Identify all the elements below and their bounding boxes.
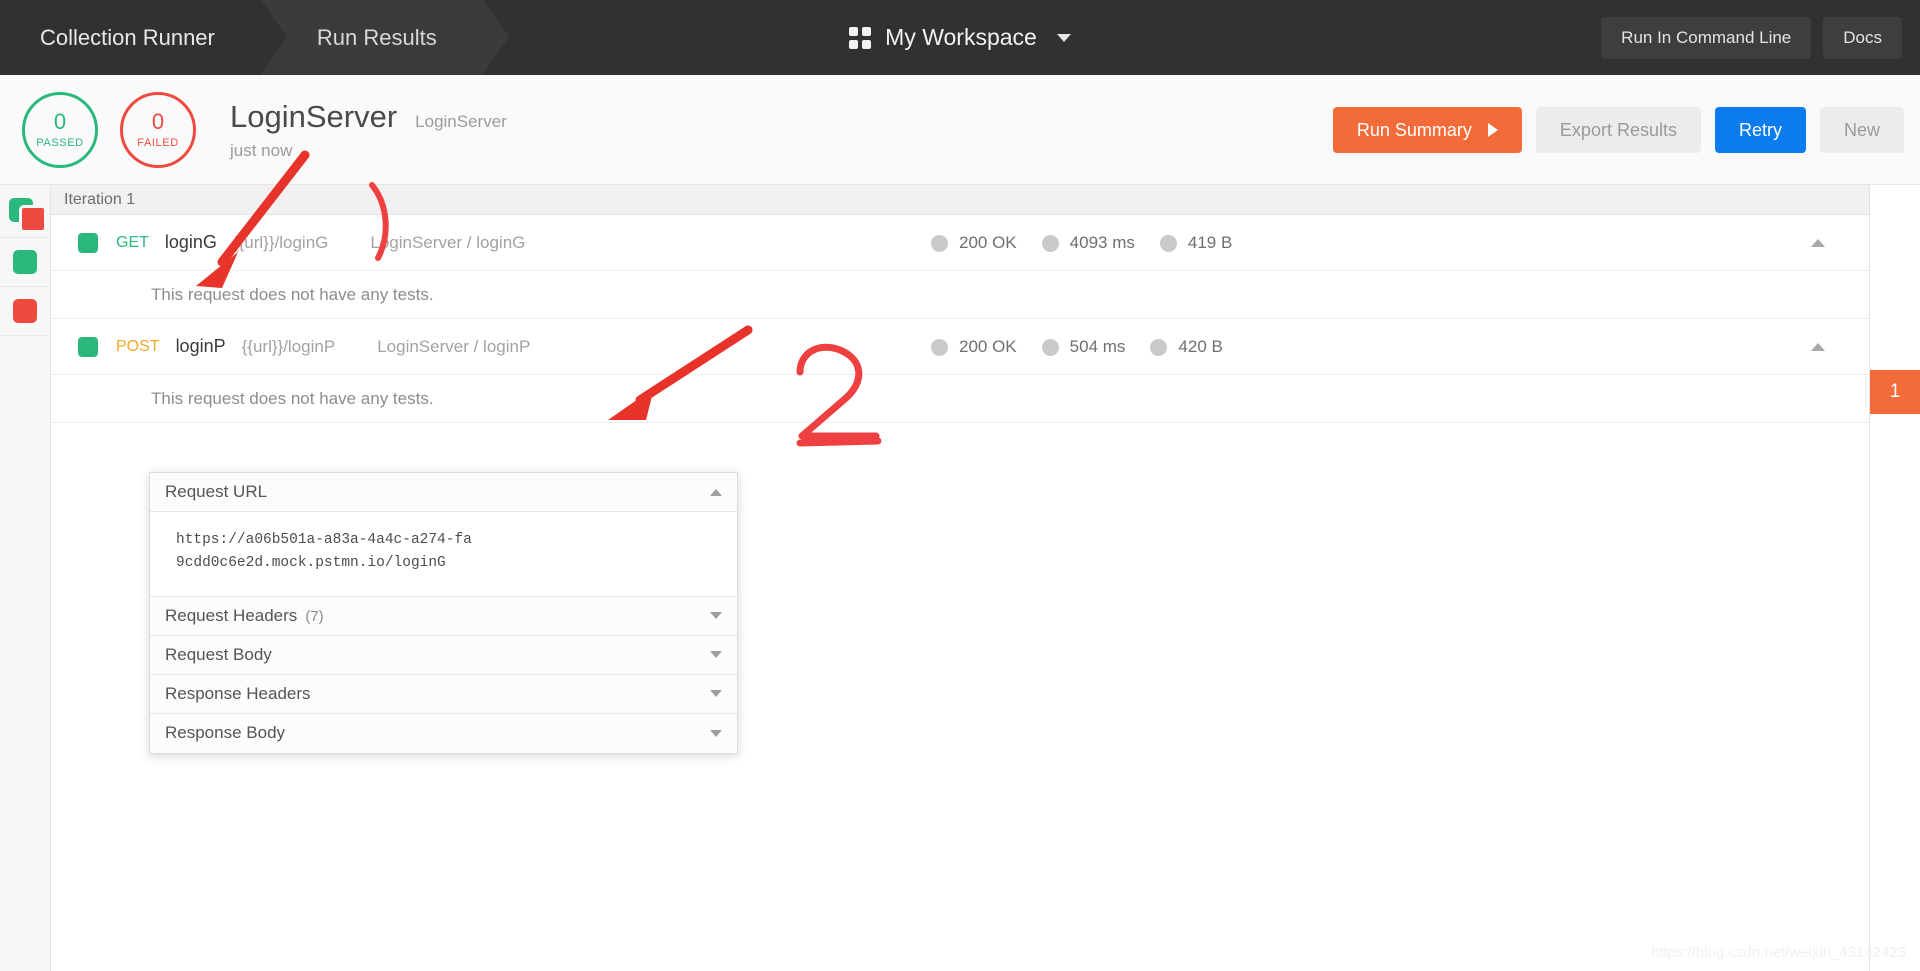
request-detail-popup: Request URL https://a06b501a-a83a-4a4c-a… [149,472,738,754]
collection-subtitle: LoginServer [415,111,507,131]
passed-count: 0 [53,108,67,134]
watermark: https://blog.csdn.net/weixin_43142423 [1650,944,1906,961]
collection-runner-app: Collection Runner Run Results My Workspa… [0,0,1920,971]
table-row[interactable]: POST loginP {{url}}/loginP LoginServer /… [51,319,1869,375]
new-run-button[interactable]: New [1819,107,1904,153]
failed-counter: 0 FAILED [120,91,196,168]
run-in-command-line-button[interactable]: Run In Command Line [1601,16,1812,59]
status-dot-icon [931,234,948,252]
chevron-up-icon [1811,239,1825,247]
request-path: LoginServer / loginP [377,336,531,356]
table-row[interactable]: GET loginG {{url}}/loginG LoginServer / … [51,215,1869,271]
accordion-response-headers[interactable]: Response Headers [150,674,737,714]
time-dot-icon [1041,234,1059,252]
green-square-icon [13,250,37,274]
passed-counter: 0 PASSED [22,91,98,168]
run-summary-band: 0 PASSED 0 FAILED LoginServer LoginServe… [0,75,1920,185]
request-path: LoginServer / loginG [370,232,526,252]
status-square-icon [78,336,98,357]
request-method: POST [116,337,160,355]
tab-run-results[interactable]: Run Results [260,0,509,75]
sidebar-item-passed[interactable] [0,238,50,287]
topbar-actions: Run In Command Line Docs [1601,0,1902,75]
chevron-up-icon [710,488,722,496]
accordion-request-url-label: Request URL [165,482,268,501]
failed-count: 0 [151,108,165,134]
results-filter-sidebar [0,185,51,971]
grid-icon [849,26,872,49]
run-summary-label: Run Summary [1356,119,1472,140]
chevron-up-icon [1811,343,1825,351]
request-name: loginG [164,232,217,252]
response-time: 4093 ms [1069,233,1135,252]
request-name: loginP [175,336,226,356]
chevron-down-icon [710,651,722,659]
retry-button[interactable]: Retry [1714,107,1806,153]
request-metrics: 200 OK 4093 ms 419 B [931,215,1246,271]
time-dot-icon [1041,338,1059,356]
request-url-value: https://a06b501a-a83a-4a4c-a274-fa9cdd0c… [176,532,472,572]
export-results-button[interactable]: Export Results [1535,107,1701,153]
breadcrumb: Collection Runner Run Results [0,0,509,75]
passed-label: PASSED [36,136,84,149]
all-results-icon [8,198,47,233]
iteration-edge-tab-label: 1 [1889,381,1901,402]
chevron-down-icon [710,690,722,698]
collapse-toggle[interactable] [1811,215,1825,271]
accordion-response-body-label: Response Body [165,723,286,743]
accordion-request-url[interactable]: Request URL [150,473,737,512]
response-time: 504 ms [1069,337,1126,356]
size-dot-icon [1150,338,1168,356]
iteration-edge-tab[interactable]: 1 [1870,370,1920,414]
status-square-icon [78,232,98,253]
right-rail [1869,185,1920,971]
iteration-header: Iteration 1 [51,185,1869,215]
accordion-response-headers-label: Response Headers [165,683,311,703]
chevron-down-icon [710,612,722,620]
request-headers-count: (7) [305,607,324,625]
request-url-template: {{url}}/loginG [232,232,329,252]
summary-actions: Run Summary Export Results Retry New [1332,75,1904,185]
size-dot-icon [1159,234,1177,252]
tab-collection-runner[interactable]: Collection Runner [0,0,287,75]
no-tests-message: This request does not have any tests. [51,271,1869,319]
no-tests-message: This request does not have any tests. [51,375,1869,423]
chevron-down-icon [1056,33,1071,42]
accordion-response-body[interactable]: Response Body [150,713,737,753]
chevron-down-icon [710,729,722,737]
response-size: 420 B [1178,337,1223,356]
request-metrics: 200 OK 504 ms 420 B [931,319,1237,375]
accordion-request-headers-label: Request Headers [165,605,298,625]
collapse-toggle[interactable] [1811,319,1825,375]
sidebar-item-failed[interactable] [0,287,50,336]
workspace-label: My Workspace [885,24,1037,50]
accordion-request-headers[interactable]: Request Headers (7) [150,596,737,636]
play-icon [1487,123,1498,137]
sidebar-item-all-results[interactable] [0,189,50,238]
tab-collection-runner-label: Collection Runner [40,24,215,50]
request-url-body: https://a06b501a-a83a-4a4c-a274-fa9cdd0c… [150,512,737,597]
workspace-selector[interactable]: My Workspace [849,24,1071,51]
status-code: 200 OK [959,233,1017,252]
status-code: 200 OK [959,337,1017,356]
page-title: LoginServer [230,98,398,134]
results-body: Iteration 1 GET loginG {{url}}/loginG Lo… [0,185,1920,971]
accordion-request-body-label: Request Body [165,644,272,664]
docs-button[interactable]: Docs [1823,16,1902,59]
top-navigation-bar: Collection Runner Run Results My Workspa… [0,0,1920,75]
run-title-block: LoginServer LoginServer just now [230,99,507,161]
accordion-request-body[interactable]: Request Body [150,635,737,675]
status-dot-icon [931,338,948,356]
red-square-icon [13,299,37,323]
failed-label: FAILED [137,136,179,149]
iteration-label: Iteration 1 [64,190,136,208]
run-summary-button[interactable]: Run Summary [1332,107,1522,153]
response-size: 419 B [1187,233,1233,252]
run-timestamp: just now [230,140,293,160]
tab-run-results-label: Run Results [316,24,437,50]
request-method: GET [116,233,149,251]
request-url-template: {{url}}/loginP [241,336,336,356]
